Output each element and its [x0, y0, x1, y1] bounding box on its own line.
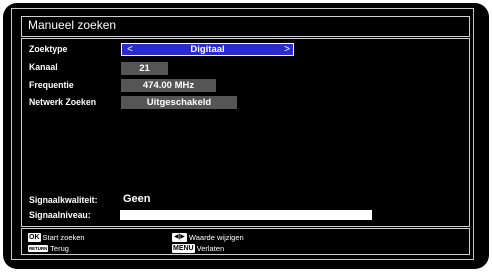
- ok-hint-label: Start zoeken: [42, 233, 85, 242]
- return-key-icon: RETURN: [28, 245, 49, 252]
- signal-quality-value: Geen: [123, 193, 151, 205]
- ok-key-icon: OK: [28, 233, 41, 242]
- signal-level-bar: [120, 210, 372, 220]
- network-search-label: Netwerk Zoeken: [29, 97, 97, 108]
- change-value-hint: ◀|▶ Waarde wijzigen: [172, 233, 244, 242]
- ok-hint: OK Start zoeken: [28, 233, 85, 242]
- channel-label: Kanaal: [29, 62, 58, 73]
- menu-hint: MENU Verlaten: [172, 244, 224, 253]
- change-value-label: Waarde wijzigen: [188, 233, 244, 242]
- title-bar: Manueel zoeken: [21, 16, 470, 37]
- left-right-arrows-icon: ◀|▶: [172, 233, 187, 242]
- search-type-label: Zoektype: [29, 44, 68, 55]
- frequency-field[interactable]: 474.00 MHz: [121, 79, 216, 92]
- network-search-field[interactable]: Uitgeschakeld: [121, 96, 237, 109]
- signal-quality-label: Signaalkwaliteit:: [29, 195, 98, 206]
- return-hint-label: Terug: [50, 244, 69, 253]
- arrow-left-icon[interactable]: <: [125, 44, 135, 55]
- return-hint: RETURN Terug: [28, 244, 69, 253]
- channel-field[interactable]: 21: [121, 62, 168, 75]
- footer-hints: [21, 228, 470, 255]
- search-type-value: Digitaal: [190, 44, 225, 55]
- arrow-right-icon[interactable]: >: [282, 44, 292, 55]
- network-search-value: Uitgeschakeld: [146, 97, 212, 108]
- channel-value: 21: [139, 63, 150, 74]
- dialog-title: Manueel zoeken: [28, 18, 117, 32]
- search-type-selector[interactable]: < Digitaal >: [121, 43, 294, 56]
- menu-key-icon: MENU: [172, 244, 195, 253]
- menu-hint-label: Verlaten: [196, 244, 225, 253]
- signal-level-label: Signaalniveau:: [29, 210, 91, 221]
- frequency-value: 474.00 MHz: [142, 80, 195, 91]
- frequency-label: Frequentie: [29, 80, 74, 91]
